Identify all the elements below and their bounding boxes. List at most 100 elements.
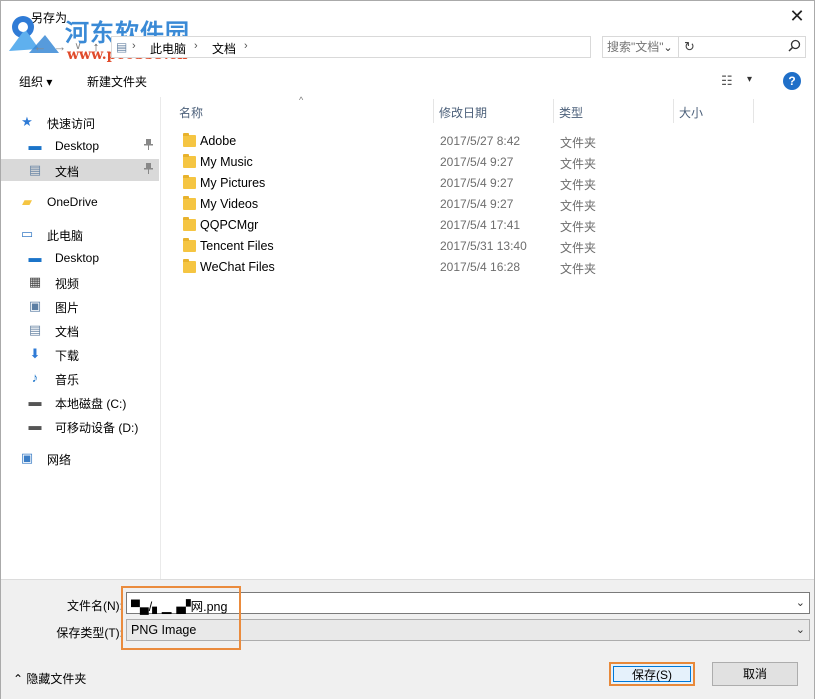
column-divider[interactable]	[553, 99, 554, 123]
file-type: 文件夹	[560, 176, 596, 193]
nav-item-label: 下载	[55, 347, 79, 364]
star-icon: ★	[19, 114, 35, 130]
file-row[interactable]: My Videos2017/5/4 9:27文件夹	[177, 194, 777, 215]
cloud-folder-icon: ▰	[19, 194, 35, 210]
address-bar[interactable]: ▤ › 此电脑 › 文档 › ⌄ ↻	[111, 36, 591, 58]
close-icon[interactable]: ✕	[784, 3, 810, 29]
nav-removable-d[interactable]: ▬可移动设备 (D:)	[1, 415, 159, 437]
save-button-label[interactable]: 保存(S)	[613, 666, 691, 682]
file-name: Adobe	[200, 134, 236, 148]
up-arrow-icon[interactable]: ↑	[87, 37, 105, 57]
file-type: 文件夹	[560, 260, 596, 277]
nav-item-label: 此电脑	[47, 227, 83, 244]
file-modified-date: 2017/5/31 13:40	[440, 239, 527, 253]
nav-onedrive[interactable]: ▰OneDrive	[1, 191, 159, 213]
sort-ascending-icon: ^	[299, 95, 303, 105]
file-modified-date: 2017/5/4 9:27	[440, 176, 513, 190]
folder-icon	[183, 219, 196, 231]
nav-network[interactable]: ▣ 网络	[1, 447, 159, 469]
nav-documents[interactable]: ▤ 文档	[1, 319, 159, 341]
nav-item-label: 图片	[55, 299, 79, 316]
column-divider[interactable]	[433, 99, 434, 123]
file-type: 文件夹	[560, 218, 596, 235]
folder-icon	[183, 261, 196, 273]
pin-icon[interactable]	[144, 163, 153, 177]
nav-this-pc[interactable]: ▭此电脑	[1, 223, 159, 245]
folder-icon	[183, 240, 196, 252]
search-input[interactable]	[607, 39, 777, 55]
network-icon: ▣	[19, 450, 35, 466]
column-header-type[interactable]: 类型	[559, 104, 583, 121]
filename-dropdown-icon[interactable]: ⌄	[796, 596, 805, 609]
file-row[interactable]: My Music2017/5/4 9:27文件夹	[177, 152, 777, 173]
nav-item-label: 网络	[47, 451, 71, 468]
file-modified-date: 2017/5/4 16:28	[440, 260, 520, 274]
save-type-label: 保存类型(T):	[41, 624, 123, 641]
new-folder-button[interactable]: 新建文件夹	[87, 73, 147, 90]
nav-item-label: 文档	[55, 323, 79, 340]
breadcrumb-separator: ›	[132, 40, 136, 52]
nav-quick-desktop[interactable]: ▬Desktop	[1, 135, 159, 157]
nav-local-disk-c[interactable]: ▬本地磁盘 (C:)	[1, 391, 159, 413]
organize-button[interactable]: 组织 ▾	[19, 73, 52, 90]
file-row[interactable]: QQPCMgr2017/5/4 17:41文件夹	[177, 215, 777, 236]
view-dropdown-icon[interactable]: ▾	[747, 74, 752, 85]
desktop-icon: ▬	[27, 250, 43, 266]
file-row[interactable]: Tencent Files2017/5/31 13:40文件夹	[177, 236, 777, 257]
folder-icon	[183, 198, 196, 210]
column-divider[interactable]	[753, 99, 754, 123]
file-modified-date: 2017/5/4 17:41	[440, 218, 520, 232]
document-icon: ▤	[27, 322, 43, 338]
search-box[interactable]	[602, 36, 806, 58]
cancel-button[interactable]: 取消	[712, 662, 798, 686]
nav-desktop[interactable]: ▬ Desktop	[1, 247, 159, 269]
column-divider[interactable]	[673, 99, 674, 123]
folder-icon	[183, 135, 196, 147]
help-icon[interactable]: ?	[783, 72, 801, 90]
file-name: My Music	[200, 155, 253, 169]
column-header-date[interactable]: 修改日期	[439, 104, 487, 121]
nav-music[interactable]: ♪ 音乐	[1, 367, 159, 389]
nav-videos[interactable]: ▦ 视频	[1, 271, 159, 293]
nav-quick-documents[interactable]: ▤文档	[1, 159, 159, 181]
search-icon[interactable]	[788, 39, 801, 55]
nav-quick-access[interactable]: ★ 快速访问	[1, 111, 159, 133]
nav-pictures[interactable]: ▣图片	[1, 295, 159, 317]
save-type-dropdown-icon[interactable]: ⌄	[796, 623, 805, 636]
column-header-size[interactable]: 大小	[679, 104, 703, 121]
file-type: 文件夹	[560, 197, 596, 214]
nav-downloads[interactable]: ⬇下载	[1, 343, 159, 365]
file-type: 文件夹	[560, 155, 596, 172]
file-name: My Pictures	[200, 176, 265, 190]
nav-item-label: Desktop	[55, 251, 99, 265]
view-options-icon[interactable]: ☷	[721, 73, 733, 89]
document-icon: ▤	[116, 40, 127, 54]
breadcrumb-this-pc[interactable]: 此电脑	[150, 40, 186, 57]
column-header-name[interactable]: 名称	[179, 104, 203, 121]
file-type: 文件夹	[560, 239, 596, 256]
save-button[interactable]: 保存(S)	[609, 662, 695, 686]
nav-item-label: 音乐	[55, 371, 79, 388]
file-modified-date: 2017/5/4 9:27	[440, 197, 513, 211]
file-list: ^ 名称 修改日期 类型 大小 Adobe2017/5/27 8:42文件夹My…	[167, 97, 812, 579]
nav-item-label: 视频	[55, 275, 79, 292]
save-as-dialog: 另存为 ✕ 河东软件园 www.pc0359.cn ← → ∨ ↑ ▤ › 此电…	[0, 0, 815, 699]
nav-item-label: 可移动设备 (D:)	[55, 419, 138, 436]
pin-icon[interactable]	[144, 139, 153, 153]
forward-arrow-icon[interactable]: →	[51, 37, 69, 57]
file-row[interactable]: Adobe2017/5/27 8:42文件夹	[177, 131, 777, 152]
nav-item-label: 快速访问	[47, 115, 95, 132]
recent-locations-chevron-icon[interactable]: ∨	[69, 37, 87, 57]
breadcrumb-documents[interactable]: 文档	[212, 40, 236, 57]
back-arrow-icon[interactable]: ←	[31, 37, 49, 57]
file-row[interactable]: My Pictures 2017/5/4 9:27 文件夹	[177, 173, 777, 194]
file-row[interactable]: WeChat Files2017/5/4 16:28文件夹	[177, 257, 777, 278]
file-modified-date: 2017/5/27 8:42	[440, 134, 520, 148]
music-icon: ♪	[27, 370, 43, 386]
nav-item-label: 本地磁盘 (C:)	[55, 395, 126, 412]
video-icon: ▦	[27, 274, 43, 290]
hide-folders-toggle[interactable]: ⌃ 隐藏文件夹	[13, 670, 86, 687]
navigation-pane: ★快速访问▬Desktop▤文档▰OneDrive▭此电脑▬Desktop▦视频…	[1, 97, 161, 579]
command-bar: 组织 ▾ 新建文件夹 ☷ ▾ ?	[1, 67, 814, 95]
desktop-icon: ▬	[27, 138, 43, 154]
